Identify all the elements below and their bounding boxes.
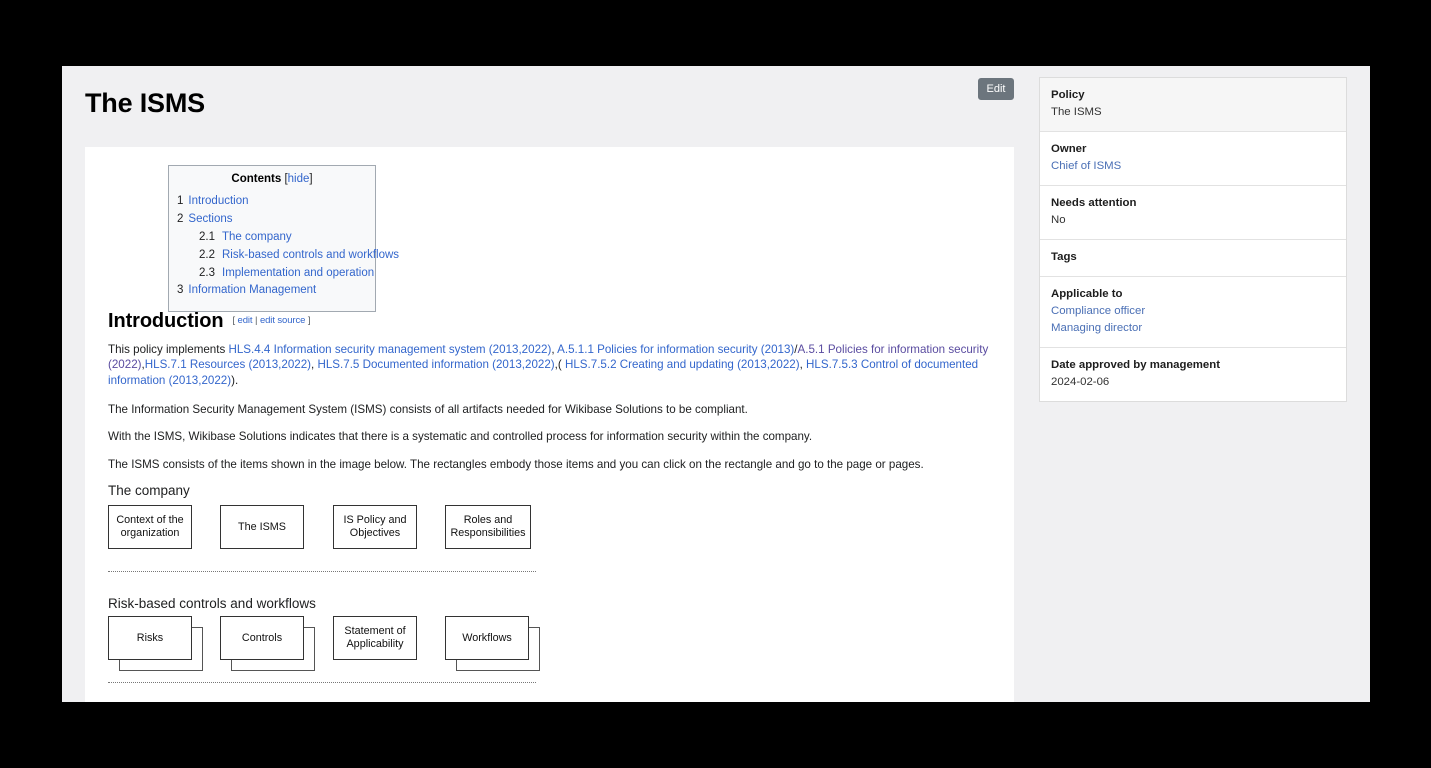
toc-title: Contents <box>231 173 281 185</box>
toc-item[interactable]: 2 Sections <box>177 212 367 226</box>
toc-item[interactable]: 2.2Risk-based controls and workflows <box>177 248 367 262</box>
toc-item-link[interactable]: Information Management <box>188 284 316 296</box>
toc-item[interactable]: 2.3Implementation and operation <box>177 266 367 280</box>
toc-item-link[interactable]: Sections <box>188 213 232 225</box>
sidebar-row-label: Tags <box>1051 250 1335 265</box>
paragraph-lead-text: This policy implements <box>108 343 228 356</box>
diagram-box-statement-of-applicability[interactable]: Statement of Applicability <box>333 616 417 660</box>
toc-item-number: 1 <box>177 195 183 207</box>
toc-list: 1 Introduction 2 Sections 2.1 The company 2.2R… <box>177 194 367 298</box>
diagram-box-risks[interactable]: Risks <box>108 616 192 660</box>
paragraph-separator-text: ). <box>231 374 238 387</box>
sidebar-row-label: Owner <box>1051 142 1335 157</box>
diagram-group2-title: Risk-based controls and workflows <box>108 596 316 611</box>
paragraph-isms-definition: The Information Security Management Syst… <box>108 402 993 417</box>
diagram-box-context-of-the-organization[interactable]: Context of the organization <box>108 505 192 549</box>
sidebar-row: OwnerChief of ISMS <box>1040 132 1346 186</box>
sidebar-row: PolicyThe ISMS <box>1040 78 1346 132</box>
policy-reference-link[interactable]: HLS.4.4 Information security management … <box>228 343 551 356</box>
toc-title-row: Contents [hide] <box>177 173 367 185</box>
policy-reference-link[interactable]: HLS.7.5 Documented information (2013,202… <box>317 358 554 371</box>
edit-source-link[interactable]: edit source <box>260 315 305 326</box>
sidebar-row-label: Date approved by management <box>1051 358 1335 373</box>
toc-item-link[interactable]: The company <box>222 231 292 243</box>
paragraph-items-in-image: The ISMS consists of the items shown in … <box>108 457 993 472</box>
section-edit-links: [ edit | edit source ] <box>232 315 310 326</box>
diagram-box-the-isms[interactable]: The ISMS <box>220 505 304 549</box>
table-of-contents: Contents [hide] 1 Introduction 2 Sections 2.… <box>168 165 376 312</box>
article-column: The ISMS Edit Contents [hide] 1Introduct… <box>62 66 1013 702</box>
section-heading-introduction: Introduction [ edit | edit source ] <box>108 310 310 333</box>
sidebar-row: Needs attentionNo <box>1040 186 1346 240</box>
toc-item[interactable]: 3 Information Management <box>177 283 367 297</box>
diagram-box-roles-and-responsibilities[interactable]: Roles and Responsibilities <box>445 505 531 549</box>
sidebar-row-value: No <box>1051 212 1335 228</box>
paragraph-separator-text: ,( <box>555 358 565 371</box>
toc-item-number: 2 <box>177 213 183 225</box>
diagram-divider-2 <box>108 682 536 683</box>
edit-link[interactable]: edit <box>238 315 253 326</box>
article-content-card: Contents [hide] 1Introduction2Sections2.… <box>85 147 1014 702</box>
sidebar-row-label: Policy <box>1051 88 1335 103</box>
sidebar-row: Applicable toCompliance officerManaging … <box>1040 277 1346 348</box>
sidebar-row-value: 2024-02-06 <box>1051 374 1335 390</box>
diagram-group1-title: The company <box>108 483 190 498</box>
sidebar-row: Date approved by management2024-02-06 <box>1040 348 1346 401</box>
sidebar-row-value-link[interactable]: Managing director <box>1051 320 1335 336</box>
section-heading-text: Introduction <box>108 310 223 332</box>
policy-reference-link[interactable]: A.5.1.1 Policies for information securit… <box>557 343 794 356</box>
diagram-divider-1 <box>108 571 536 572</box>
toc-hide-link[interactable]: hide <box>288 173 310 185</box>
toc-item[interactable]: 2.1 The company <box>177 230 367 244</box>
sidebar-row-value-link[interactable]: Compliance officer <box>1051 303 1335 319</box>
policy-info-sidebar: Edit PolicyThe ISMSOwnerChief of ISMSNee… <box>1039 77 1347 402</box>
toc-item-number: 3 <box>177 284 183 296</box>
sidebar-row: Tags <box>1040 240 1346 277</box>
diagram-box-is-policy-and-objectives[interactable]: IS Policy and Objectives <box>333 505 417 549</box>
paragraph-systematic-process: With the ISMS, Wikibase Solutions indica… <box>108 429 993 444</box>
edit-open-bracket: [ <box>232 315 235 326</box>
toc-item[interactable]: 1 Introduction <box>177 194 367 208</box>
sidebar-row-value: The ISMS <box>1051 104 1335 120</box>
toc-item-link[interactable]: Risk-based controls and workflows <box>222 249 399 261</box>
toc-toggle: [hide] <box>284 173 312 185</box>
edit-close-bracket: ] <box>308 315 311 326</box>
edit-links-separator: | <box>255 315 257 326</box>
paragraph-policy-implements: This policy implements HLS.4.4 Informati… <box>108 342 993 388</box>
toc-toggle-close-bracket: ] <box>309 173 312 185</box>
policy-reference-link[interactable]: HLS.7.5.2 Creating and updating (2013,20… <box>565 358 800 371</box>
toc-item-number: 2.2 <box>199 249 215 261</box>
app-viewport: The ISMS Edit Contents [hide] 1Introduct… <box>62 66 1370 702</box>
sidebar-rows: PolicyThe ISMSOwnerChief of ISMSNeeds at… <box>1040 78 1346 401</box>
page-title: The ISMS <box>85 88 205 119</box>
toc-item-link[interactable]: Implementation and operation <box>222 267 374 279</box>
sidebar-row-label: Applicable to <box>1051 287 1335 302</box>
toc-item-link[interactable]: Introduction <box>188 195 248 207</box>
diagram-box-workflows[interactable]: Workflows <box>445 616 529 660</box>
policy-reference-link[interactable]: HLS.7.1 Resources (2013,2022) <box>145 358 311 371</box>
sidebar-row-value-link[interactable]: Chief of ISMS <box>1051 158 1335 174</box>
toc-item-number: 2.3 <box>199 267 215 279</box>
sidebar-row-label: Needs attention <box>1051 196 1335 211</box>
toc-item-number: 2.1 <box>199 231 215 243</box>
top-edit-button[interactable]: Edit <box>978 78 1014 100</box>
diagram-box-controls[interactable]: Controls <box>220 616 304 660</box>
